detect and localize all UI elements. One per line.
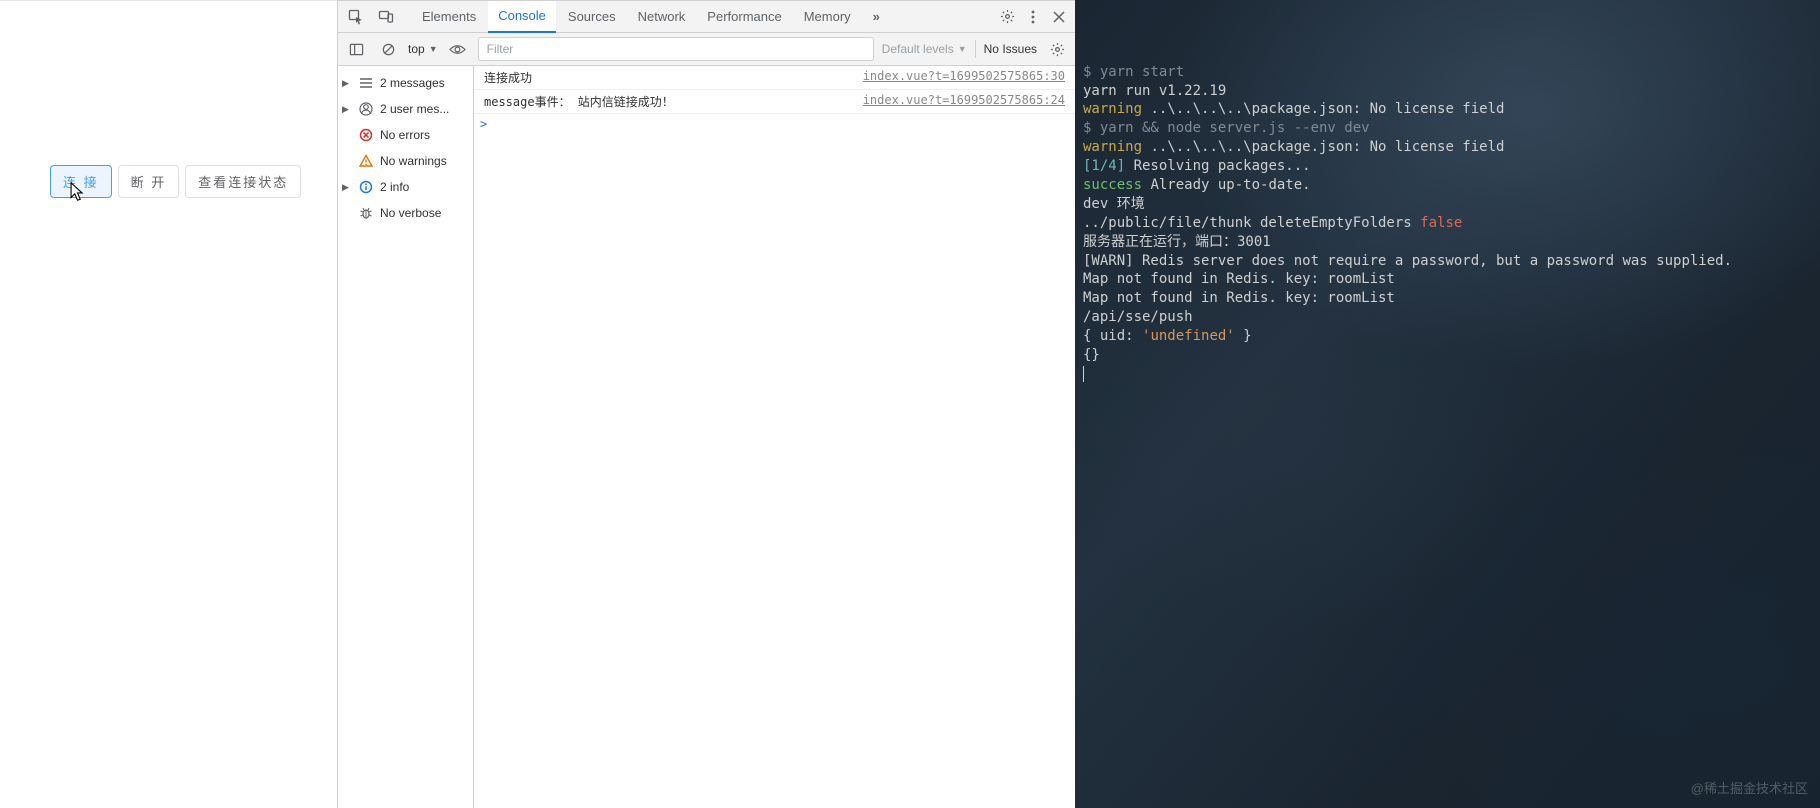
inspect-element-icon[interactable] [342, 3, 370, 31]
chevron-down-icon: ▼ [958, 44, 967, 54]
terminal-line: yarn && node server.js --env dev [1100, 120, 1370, 136]
terminal-line: Map not found in Redis. key: roomList [1083, 271, 1395, 287]
terminal-line: Resolving packages... [1134, 158, 1311, 174]
levels-label: Default levels [882, 42, 954, 56]
terminal-cursor [1083, 366, 1084, 382]
terminal-line: dev 环境 [1083, 196, 1145, 212]
execution-context-selector[interactable]: top ▼ [408, 42, 438, 56]
kebab-menu-icon[interactable] [1021, 3, 1045, 31]
terminal-line: ..\..\..\..\package.json: No license fie… [1150, 139, 1504, 155]
list-icon [358, 77, 374, 89]
sidebar-label: No errors [380, 128, 430, 142]
terminal-line: yarn run v1.22.19 [1083, 83, 1226, 99]
console-log-area[interactable]: 连接成功 index.vue?t=1699502575865:30 messag… [474, 66, 1075, 808]
context-label: top [408, 42, 425, 56]
clear-console-icon[interactable] [376, 35, 400, 63]
tab-elements[interactable]: Elements [412, 1, 486, 33]
tab-performance[interactable]: Performance [697, 1, 791, 33]
web-app-panel: 连 接 断 开 查看连接状态 [0, 0, 337, 808]
filter-input[interactable]: Filter [478, 37, 874, 61]
prompt: $ [1083, 120, 1100, 136]
log-levels-selector[interactable]: Default levels ▼ [882, 42, 967, 56]
console-body: ▶ 2 messages ▶ 2 user mes... ▶ No errors [338, 66, 1075, 808]
log-message: 连接成功 [484, 69, 532, 86]
mouse-cursor-icon [68, 181, 87, 203]
bug-icon [358, 206, 374, 220]
terminal-line: {} [1083, 347, 1100, 363]
log-entry[interactable]: message事件： 站内信链接成功！ index.vue?t=16995025… [474, 90, 1075, 114]
tab-console[interactable]: Console [488, 1, 556, 33]
terminal-line: { uid: [1083, 328, 1142, 344]
sidebar-label: No verbose [380, 206, 441, 220]
terminal-line: ..\..\..\..\package.json: No license fie… [1150, 101, 1504, 117]
log-entry[interactable]: 连接成功 index.vue?t=1699502575865:30 [474, 66, 1075, 90]
sidebar-item-warnings[interactable]: ▶ No warnings [338, 148, 473, 174]
console-sidebar: ▶ 2 messages ▶ 2 user mes... ▶ No errors [338, 66, 474, 808]
console-toolbar: top ▼ Filter Default levels ▼ No Issues [338, 33, 1075, 66]
log-message: message事件： 站内信链接成功！ [484, 93, 674, 110]
watermark: @稀土掘金技术社区 [1691, 780, 1808, 798]
terminal-success: success [1083, 177, 1150, 193]
expand-icon: ▶ [342, 78, 352, 89]
sidebar-label: 2 messages [380, 76, 445, 90]
error-icon [358, 128, 374, 142]
sidebar-label: No warnings [380, 154, 447, 168]
check-status-button[interactable]: 查看连接状态 [185, 165, 301, 198]
toggle-device-toolbar-icon[interactable] [372, 3, 400, 31]
terminal-step: [1/4] [1083, 158, 1134, 174]
terminal-line: 服务器正在运行，端口：3001 [1083, 234, 1271, 250]
log-source-link[interactable]: index.vue?t=1699502575865:24 [863, 93, 1065, 110]
sidebar-item-errors[interactable]: ▶ No errors [338, 122, 473, 148]
close-icon[interactable] [1047, 3, 1071, 31]
terminal-line: /api/sse/push [1083, 309, 1193, 325]
filter-placeholder: Filter [487, 42, 514, 56]
terminal-warning: warning [1083, 101, 1150, 117]
terminal-warning: warning [1083, 139, 1150, 155]
console-input-prompt[interactable]: > [474, 114, 1075, 134]
tab-memory[interactable]: Memory [794, 1, 861, 33]
sidebar-item-messages[interactable]: ▶ 2 messages [338, 70, 473, 96]
console-settings-icon[interactable] [1045, 35, 1069, 63]
terminal-panel[interactable]: $ yarn start yarn run v1.22.19 warning .… [1075, 0, 1820, 808]
terminal-false: false [1420, 215, 1462, 231]
terminal-string: 'undefined' [1142, 328, 1235, 344]
toggle-sidebar-icon[interactable] [344, 35, 368, 63]
expand-icon: ▶ [342, 182, 352, 193]
disconnect-button[interactable]: 断 开 [118, 165, 180, 198]
terminal-line: Map not found in Redis. key: roomList [1083, 290, 1395, 306]
app-button-row: 连 接 断 开 查看连接状态 [50, 165, 301, 198]
expand-icon: ▶ [342, 104, 352, 115]
settings-icon[interactable] [995, 3, 1019, 31]
tab-sources[interactable]: Sources [558, 1, 626, 33]
terminal-line: ../public/file/thunk deleteEmptyFolders [1083, 215, 1420, 231]
log-source-link[interactable]: index.vue?t=1699502575865:30 [863, 69, 1065, 86]
sidebar-label: 2 user mes... [380, 102, 449, 116]
prompt: $ [1083, 64, 1100, 80]
tab-network[interactable]: Network [628, 1, 696, 33]
tab-more[interactable]: » [863, 1, 890, 33]
user-icon [358, 102, 374, 116]
devtools-panel: Elements Console Sources Network Perform… [337, 0, 1075, 808]
live-expression-icon[interactable] [446, 35, 470, 63]
terminal-line: Already up-to-date. [1150, 177, 1310, 193]
terminal-line: [WARN] Redis server does not require a p… [1083, 253, 1732, 269]
info-icon [358, 180, 374, 194]
sidebar-item-user-messages[interactable]: ▶ 2 user mes... [338, 96, 473, 122]
sidebar-item-info[interactable]: ▶ 2 info [338, 174, 473, 200]
warning-icon [358, 154, 374, 168]
sidebar-item-verbose[interactable]: ▶ No verbose [338, 200, 473, 226]
chevron-down-icon: ▼ [429, 44, 438, 54]
terminal-output: $ yarn start yarn run v1.22.19 warning .… [1083, 44, 1812, 403]
issues-label[interactable]: No Issues [984, 42, 1037, 56]
devtools-tab-bar: Elements Console Sources Network Perform… [338, 1, 1075, 33]
terminal-line: } [1235, 328, 1252, 344]
terminal-line: yarn start [1100, 64, 1184, 80]
sidebar-label: 2 info [380, 180, 409, 194]
